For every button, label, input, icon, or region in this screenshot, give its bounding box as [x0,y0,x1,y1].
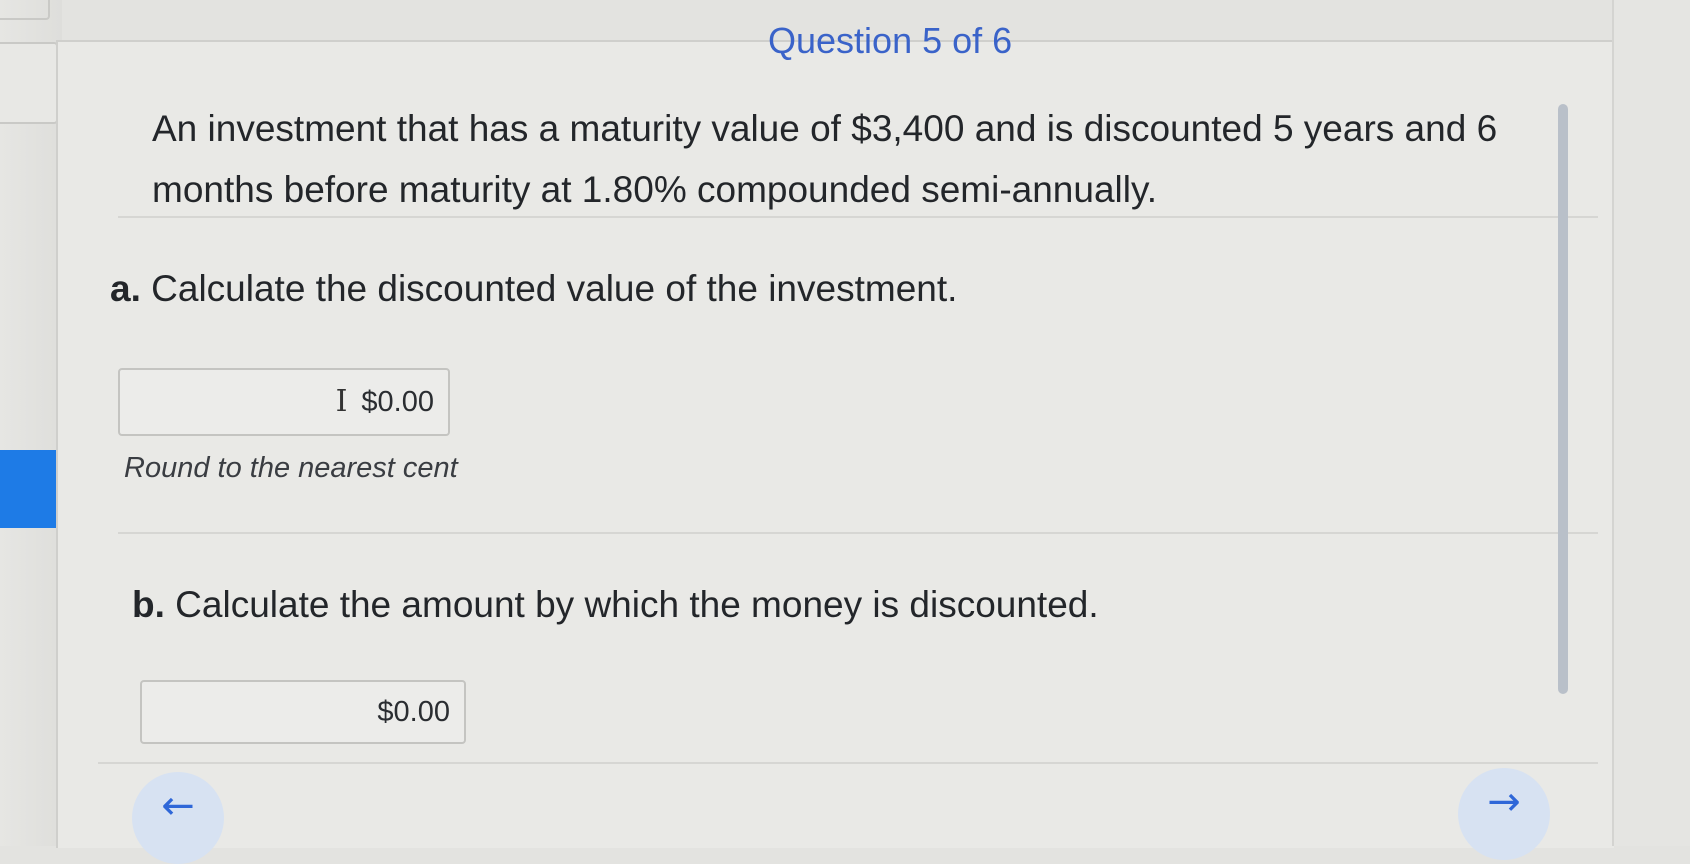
question-panel: Question 5 of 6 An investment that has a… [56,20,1614,864]
question-counter: Question 5 of 6 [768,20,1013,61]
divider [118,532,1598,534]
divider [118,216,1598,218]
scrollbar[interactable] [1558,100,1570,700]
left-sidebar [0,0,62,846]
divider [98,762,1598,764]
part-a-letter: a. [110,268,141,309]
part-a-answer-input[interactable]: I $0.00 [118,368,450,436]
previous-button[interactable]: ← [132,772,224,864]
part-b-letter: b. [132,584,165,625]
part-a-prompt: a. Calculate the discounted value of the… [110,268,957,310]
right-gutter [1612,0,1690,846]
sidebar-tab[interactable] [0,42,58,124]
arrow-left-icon: ← [161,783,195,829]
part-a-answer-value: $0.00 [361,386,434,418]
arrow-right-icon: → [1487,779,1521,825]
question-text: An investment that has a maturity value … [152,108,1498,210]
part-b-answer-value: $0.00 [377,696,450,728]
scrollbar-thumb[interactable] [1558,104,1568,694]
next-button[interactable]: → [1458,768,1550,860]
active-question-marker[interactable] [0,450,62,528]
part-a-text: Calculate the discounted value of the in… [151,268,958,309]
rounding-hint: Round to the nearest cent [124,452,458,484]
part-b-prompt: b. Calculate the amount by which the mon… [132,584,1099,626]
sidebar-tab-top[interactable] [0,0,50,20]
part-b-text: Calculate the amount by which the money … [175,584,1099,625]
text-cursor-icon: I [335,384,348,419]
part-b-answer-input[interactable]: $0.00 [140,680,466,744]
